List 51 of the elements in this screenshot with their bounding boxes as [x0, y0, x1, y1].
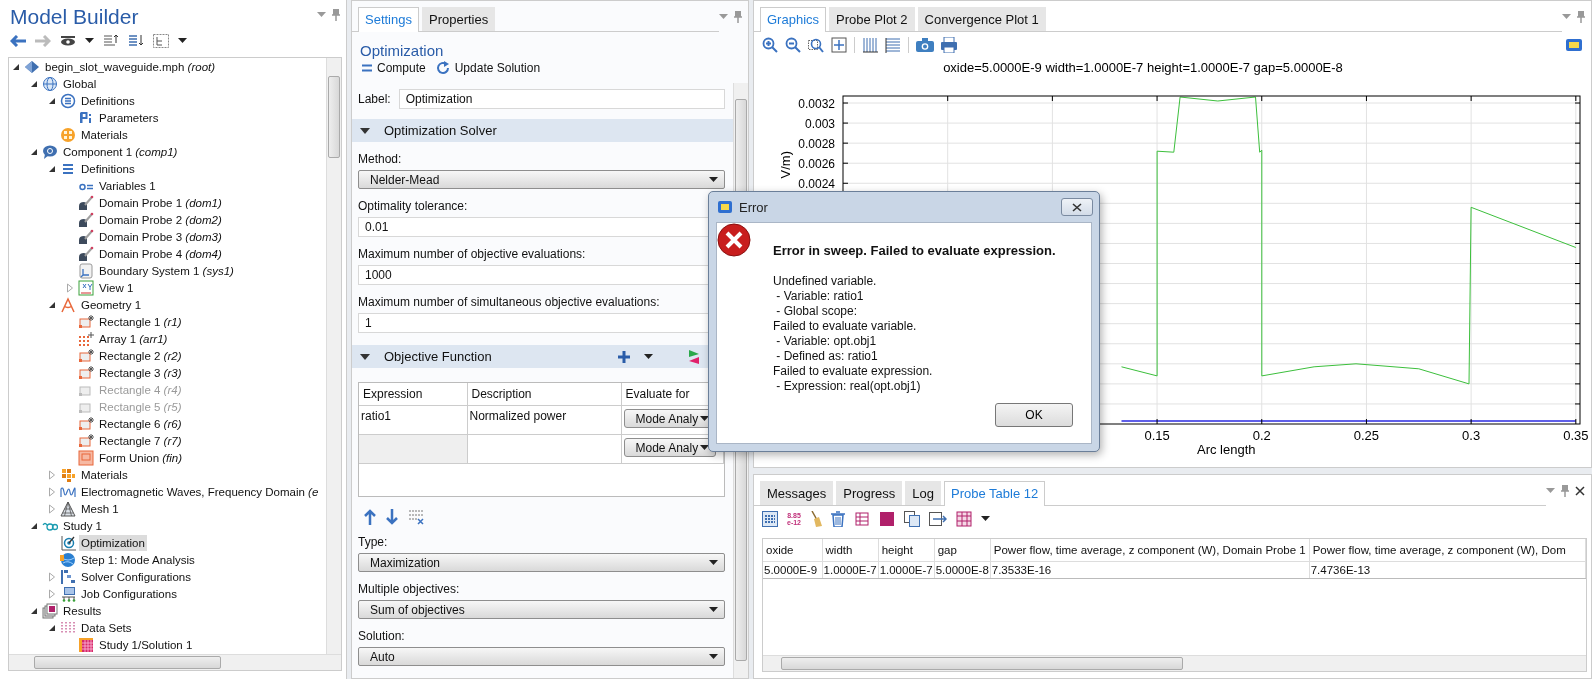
message-line: - Defined as: ratio1 — [775, 349, 879, 364]
column-header: gap — [934, 539, 991, 562]
field-label: Method: — [358, 152, 403, 166]
field-label: Maximum number of objective evaluations: — [358, 247, 587, 261]
tick-label: 0.0032 — [798, 97, 835, 111]
field-label: Optimality tolerance: — [358, 199, 469, 213]
tick-label: 0.25 — [1353, 428, 1380, 443]
column-header: Expression — [359, 383, 467, 406]
message-line: - Variable: opt.obj1 — [775, 334, 878, 349]
table-cell: 7.4736E-13 — [1309, 561, 1586, 579]
field-label: Multiple objectives: — [358, 582, 461, 596]
chart-title: oxide=5.0000E-9 width=1.0000E-7 height=1.0000E-7 gap=5.0000E-8 — [943, 60, 1343, 75]
settings-title: Optimization — [359, 41, 445, 59]
table-cell: 1.0000E-7 — [878, 561, 935, 579]
tick-label: 0.15 — [1144, 428, 1170, 443]
section-title: Objective Function — [384, 349, 493, 364]
table-cell: 5.0000E-9 — [763, 561, 823, 579]
column-header: Power flow, time average, z component (W), Dom — [1309, 539, 1586, 562]
column-header: oxide — [763, 539, 823, 562]
table-cell: 5.0000E-8 — [934, 561, 991, 579]
section-title: Optimization Solver — [384, 123, 498, 138]
tick-label: 0.2 — [1252, 428, 1271, 443]
column-header: width — [822, 539, 879, 562]
tick-label: 0.35 — [1563, 428, 1589, 443]
tick-label: 0.0026 — [798, 157, 835, 172]
column-header: Description — [467, 383, 621, 406]
field-label: Type: — [358, 535, 389, 549]
panel-title: Model Builder — [9, 4, 140, 29]
field-label: Maximum number of simultaneous objective evaluations: — [358, 295, 661, 309]
dialog-title: Error — [739, 199, 769, 215]
message-line: Failed to evaluate expression. — [773, 364, 934, 379]
tick-label: 0.0028 — [798, 137, 835, 152]
table-cell: 1.0000E-7 — [822, 561, 879, 579]
tick-label: 0.0024 — [798, 177, 835, 192]
message-line: - Variable: ratio1 — [775, 289, 865, 304]
table-cell: 7.3533E-16 — [990, 561, 1310, 579]
column-header: height — [878, 539, 935, 562]
table-cell: ratio1 — [359, 405, 467, 435]
column-header: Power flow, time average, z component (W), Domain Probe 1 — [990, 539, 1310, 562]
tick-label: 0.3 — [1462, 428, 1481, 443]
error-heading: Error in sweep. Failed to evaluate expression. — [773, 243, 1057, 258]
message-line: Failed to evaluate variable. — [773, 319, 918, 334]
message-line: - Global scope: — [775, 304, 859, 319]
axis-label: Arc length — [1197, 442, 1256, 457]
table-cell: Normalized power — [467, 405, 621, 435]
message-line: - Expression: real(opt.obj1) — [775, 379, 922, 394]
axis-label: V/m) — [778, 151, 793, 179]
tick-label: 0.003 — [804, 117, 835, 132]
field-label: Solution: — [358, 629, 406, 643]
field-label: Label: — [358, 92, 391, 106]
message-line: Undefined variable. — [773, 274, 878, 289]
